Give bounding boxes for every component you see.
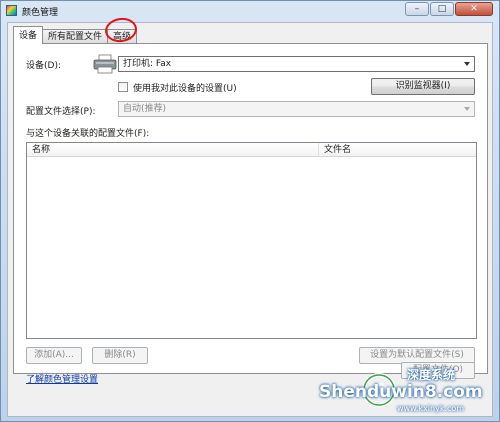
window-controls: – □ ✕ xyxy=(405,2,493,16)
list-header: 名称 文件名 xyxy=(27,143,476,157)
use-my-settings-checkbox[interactable] xyxy=(118,82,128,92)
column-header-filename[interactable]: 文件名 xyxy=(319,143,476,157)
dialog-client-area: 设备 所有配置文件 高级 设备(D): 打印机: Fax 使用我对此设备的设置(… xyxy=(7,15,493,417)
watermark-logo: Shenduwin8.com 深度系统 www.kxinyk.com xyxy=(319,368,499,418)
chevron-down-icon xyxy=(464,62,470,66)
identify-monitors-button[interactable]: 识别监视器(I) xyxy=(371,78,475,95)
device-select[interactable]: 打印机: Fax xyxy=(118,56,475,72)
remove-profile-button[interactable]: 删除(R) xyxy=(92,347,148,364)
profile-selection-label: 配置文件选择(P): xyxy=(26,107,96,117)
tab-strip: 设备 所有配置文件 高级 xyxy=(13,26,138,44)
tab-devices[interactable]: 设备 xyxy=(13,26,44,44)
learn-color-management-link[interactable]: 了解颜色管理设置 xyxy=(26,372,98,385)
color-management-icon xyxy=(6,5,17,16)
window-title: 颜色管理 xyxy=(22,8,59,18)
tab-all-profiles[interactable]: 所有配置文件 xyxy=(42,29,109,44)
associated-profiles-label: 与这个设备关联的配置文件(F): xyxy=(26,129,150,139)
profile-selection-value: 自动(推荐) xyxy=(123,104,167,114)
tab-advanced[interactable]: 高级 xyxy=(107,29,138,44)
device-select-value: 打印机: Fax xyxy=(123,59,172,69)
column-header-name[interactable]: 名称 xyxy=(27,143,319,157)
color-management-window: 颜色管理 – □ ✕ 设备 所有配置文件 高级 设备(D): 打印机: Fax xyxy=(0,0,500,422)
add-profile-button[interactable]: 添加(A)... xyxy=(26,347,82,364)
minimize-button[interactable]: – xyxy=(405,2,429,16)
chevron-down-icon xyxy=(464,107,470,111)
watermark-chinese: 深度系统 xyxy=(407,368,456,382)
profile-selection-select[interactable]: 自动(推荐) xyxy=(118,101,475,117)
device-label: 设备(D): xyxy=(26,61,61,71)
devices-tab-panel: 设备(D): 打印机: Fax 使用我对此设备的设置(U) 识别监视器(I) 配… xyxy=(13,43,488,374)
printer-icon xyxy=(93,54,117,74)
watermark-brand: Shenduwin8.com xyxy=(319,382,483,402)
title-bar[interactable]: 颜色管理 – □ ✕ xyxy=(1,1,499,21)
maximize-button[interactable]: □ xyxy=(430,2,454,16)
use-my-settings-label[interactable]: 使用我对此设备的设置(U) xyxy=(133,81,237,94)
watermark-url: www.kxinyk.com xyxy=(397,404,465,413)
close-button[interactable]: ✕ xyxy=(455,2,493,16)
associated-profiles-list[interactable]: 名称 文件名 xyxy=(26,142,477,339)
